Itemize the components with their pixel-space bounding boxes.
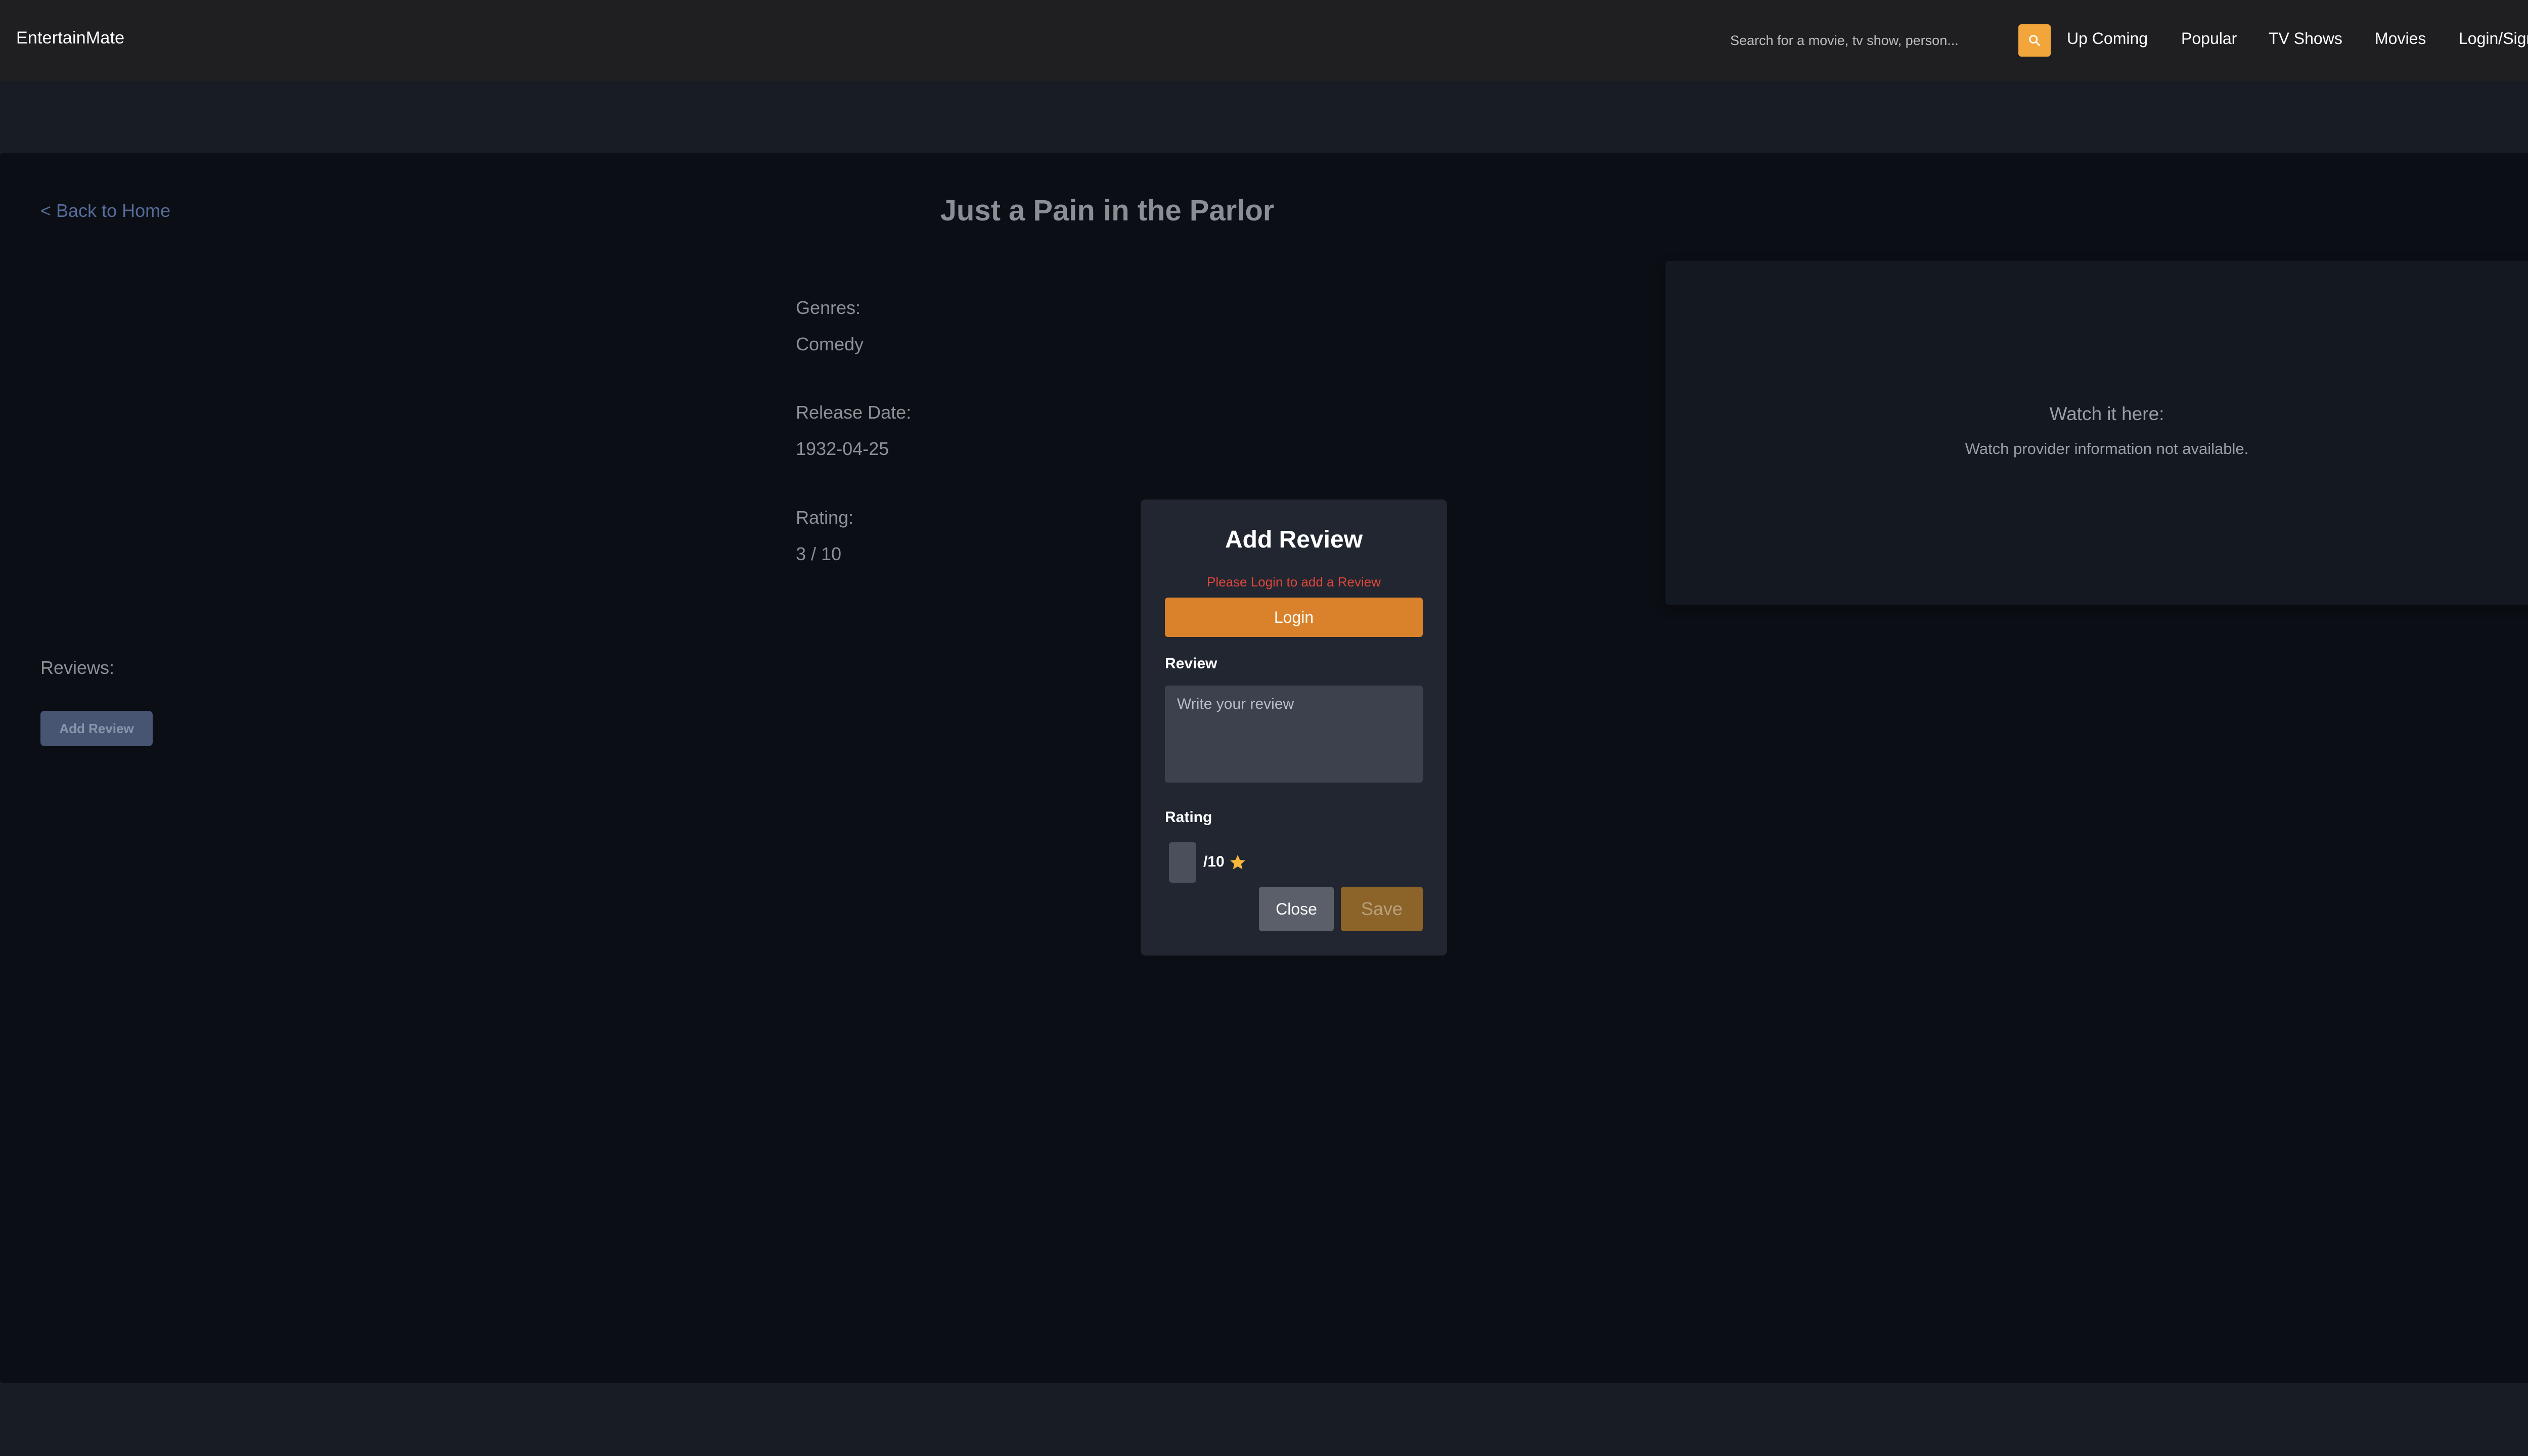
page-title: Just a Pain in the Parlor: [940, 194, 1275, 227]
login-required-error: Please Login to add a Review: [1206, 574, 1381, 589]
brand-logo[interactable]: EntertainMate: [16, 28, 124, 48]
search-input[interactable]: [1722, 24, 2013, 57]
close-button[interactable]: Close: [1259, 887, 1334, 931]
rating-suffix: /10: [1203, 853, 1225, 870]
review-field-label: Review: [1165, 655, 1217, 672]
nav-link-login-signup[interactable]: Login/SignUp: [2459, 29, 2528, 48]
add-review-button[interactable]: Add Review: [40, 711, 153, 746]
review-textarea[interactable]: [1165, 686, 1423, 783]
back-to-home-link[interactable]: < Back to Home: [40, 200, 170, 221]
watch-provider-title: Watch it here:: [2049, 403, 2164, 424]
nav-link-movies[interactable]: Movies: [2375, 29, 2426, 48]
save-button[interactable]: Save: [1341, 887, 1423, 931]
reviews-label: Reviews:: [40, 657, 115, 678]
nav-link-upcoming[interactable]: Up Coming: [2067, 29, 2148, 48]
modal-title: Add Review: [1225, 526, 1363, 553]
genres-label: Genres:: [796, 297, 861, 318]
watch-provider-message: Watch provider information not available…: [1965, 440, 2249, 458]
release-date-value: 1932-04-25: [796, 438, 889, 459]
modal-login-button[interactable]: Login: [1165, 598, 1423, 637]
navbar: EntertainMate Up Coming Popular TV Shows…: [0, 0, 2528, 81]
nav-link-tv-shows[interactable]: TV Shows: [2269, 29, 2342, 48]
nav-link-popular[interactable]: Popular: [2181, 29, 2237, 48]
search-icon: [2029, 35, 2040, 46]
watch-provider-panel: Watch it here: Watch provider informatio…: [1665, 261, 2528, 605]
genres-value: Comedy: [796, 334, 864, 354]
release-date-label: Release Date:: [796, 402, 912, 423]
star-icon: [1230, 855, 1245, 870]
rating-field-label: Rating: [1165, 809, 1212, 826]
rating-input[interactable]: [1169, 842, 1196, 883]
rating-label: Rating:: [796, 507, 854, 528]
rating-value: 3 / 10: [796, 543, 842, 564]
search-button[interactable]: [2018, 24, 2051, 57]
